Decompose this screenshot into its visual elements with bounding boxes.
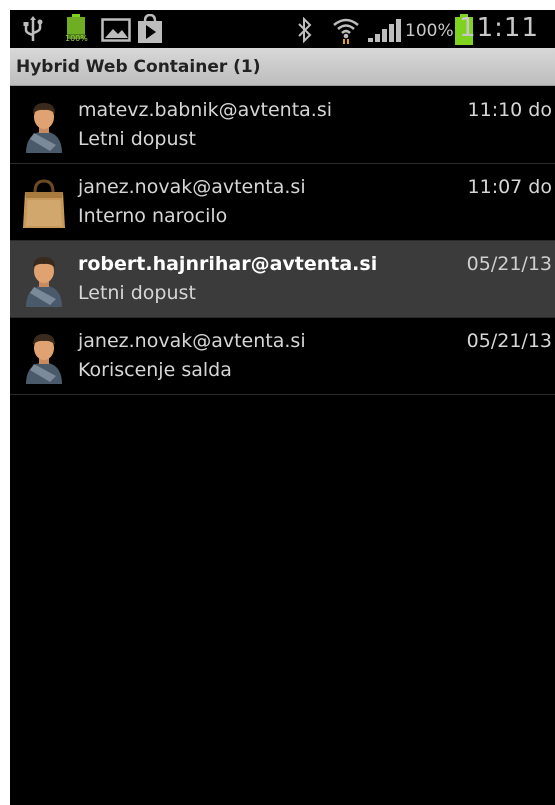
message-sender: matevz.babnik@avtenta.si: [78, 99, 333, 121]
list-item[interactable]: janez.novak@avtenta.si Interno narocilo …: [10, 164, 555, 241]
message-sender: janez.novak@avtenta.si: [78, 330, 306, 352]
message-list: matevz.babnik@avtenta.si Letni dopust 11…: [10, 87, 555, 395]
message-sender: robert.hajnrihar@avtenta.si: [78, 253, 378, 275]
clock: 11:11: [459, 13, 539, 43]
app-title: Hybrid Web Container (1): [16, 57, 261, 77]
message-subject: Koriscenje salda: [78, 359, 232, 381]
message-subject: Letni dopust: [78, 282, 196, 304]
status-bar: 100% 100% 11:11: [10, 10, 555, 48]
message-subject: Interno narocilo: [78, 205, 228, 227]
image-icon: [101, 18, 131, 42]
message-sender: janez.novak@avtenta.si: [78, 176, 306, 198]
person-icon: [20, 255, 68, 307]
play-store-icon: [138, 14, 162, 43]
title-bar: Hybrid Web Container (1): [10, 48, 555, 86]
list-item[interactable]: matevz.babnik@avtenta.si Letni dopust 11…: [10, 87, 555, 164]
list-item[interactable]: robert.hajnrihar@avtenta.si Letni dopust…: [10, 241, 555, 318]
bluetooth-icon: [298, 17, 312, 43]
message-time: 11:07 do: [467, 176, 552, 198]
signal-icon: [368, 19, 401, 42]
shopping-bag-icon: [20, 178, 68, 230]
list-item[interactable]: janez.novak@avtenta.si Koriscenje salda …: [10, 318, 555, 395]
battery-small-label: 100%: [65, 34, 88, 43]
person-icon: [20, 101, 68, 153]
battery-percent: 100%: [405, 21, 454, 41]
message-subject: Letni dopust: [78, 128, 196, 150]
message-time: 05/21/13: [466, 253, 552, 275]
person-icon: [20, 332, 68, 384]
wifi-icon: [333, 18, 359, 44]
message-time: 05/21/13: [466, 330, 552, 352]
usb-icon: [23, 16, 43, 41]
message-time: 11:10 do: [467, 99, 552, 121]
phone-screen: 100% 100% 11:11 Hybrid Web Container (1)…: [10, 10, 555, 805]
